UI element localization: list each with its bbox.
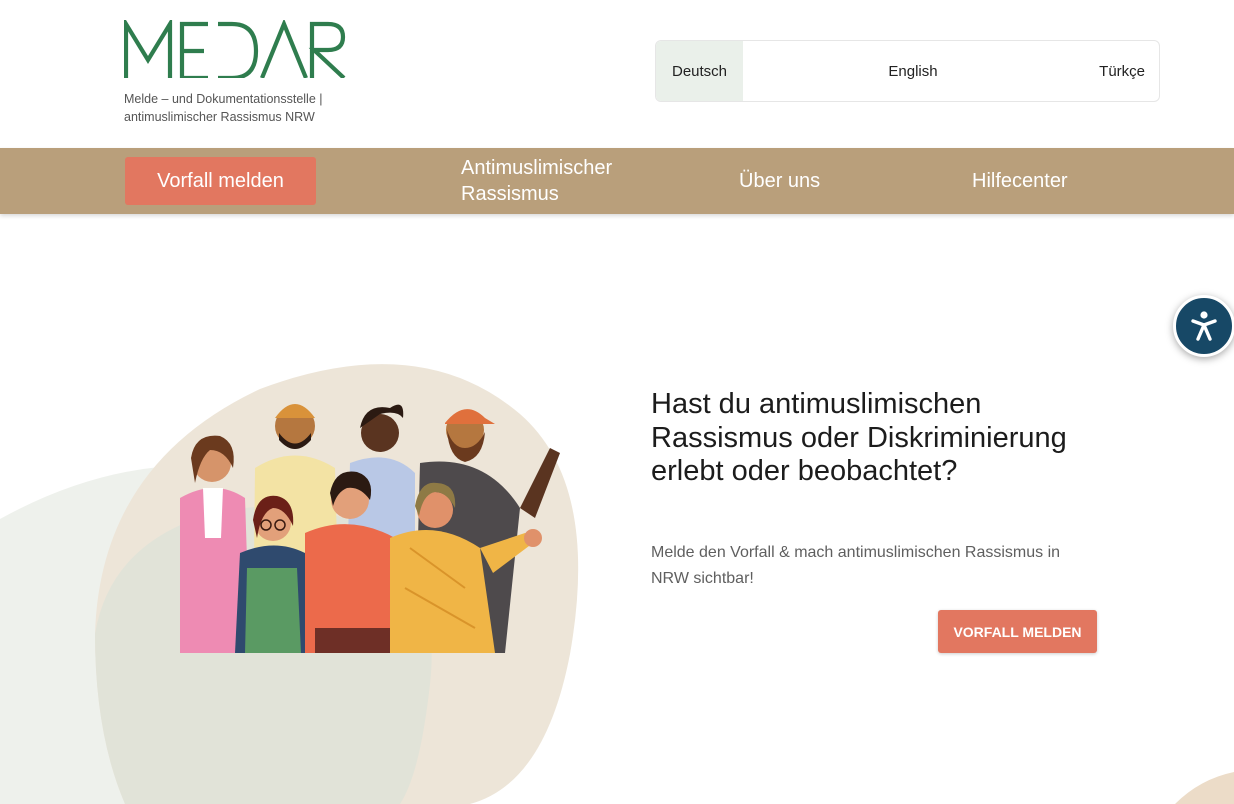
logo-subtitle-line1: Melde – und Dokumentationsstelle | <box>124 92 323 106</box>
logo-subtitle: Melde – und Dokumentationsstelle | antim… <box>124 90 354 126</box>
logo-subtitle-line2: antimuslimischer Rassismus NRW <box>124 110 315 124</box>
hero-title: Hast du antimuslimischen Rassismus oder … <box>651 388 1067 487</box>
site-header: Melde – und Dokumentationsstelle | antim… <box>0 0 1234 148</box>
hero-subtitle: Melde den Vorfall & mach antimuslimische… <box>651 544 1061 587</box>
accessibility-button[interactable] <box>1173 295 1234 357</box>
main-nav: Vorfall melden Antimuslimischer Rassismu… <box>0 148 1234 214</box>
nav-link-hilfecenter[interactable]: Hilfecenter <box>972 168 1068 194</box>
hero-report-incident-button[interactable]: VORFALL MELDEN <box>938 610 1097 653</box>
accessibility-icon <box>1191 311 1217 341</box>
nav-link-antimuslimischer-rassismus[interactable]: Antimuslimischer Rassismus <box>461 155 651 207</box>
language-english[interactable]: English <box>743 41 1083 101</box>
medar-logo-mark <box>124 20 346 78</box>
language-tuerkce[interactable]: Türkçe <box>1083 41 1159 101</box>
language-deutsch[interactable]: Deutsch <box>656 41 743 101</box>
logo[interactable]: Melde – und Dokumentationsstelle | antim… <box>124 20 354 126</box>
hero-illustration-group-of-people <box>180 404 560 653</box>
language-switcher: Deutsch English Türkçe <box>655 40 1160 102</box>
nav-link-ueber-uns[interactable]: Über uns <box>739 168 820 194</box>
nav-report-incident-button[interactable]: Vorfall melden <box>125 157 316 205</box>
